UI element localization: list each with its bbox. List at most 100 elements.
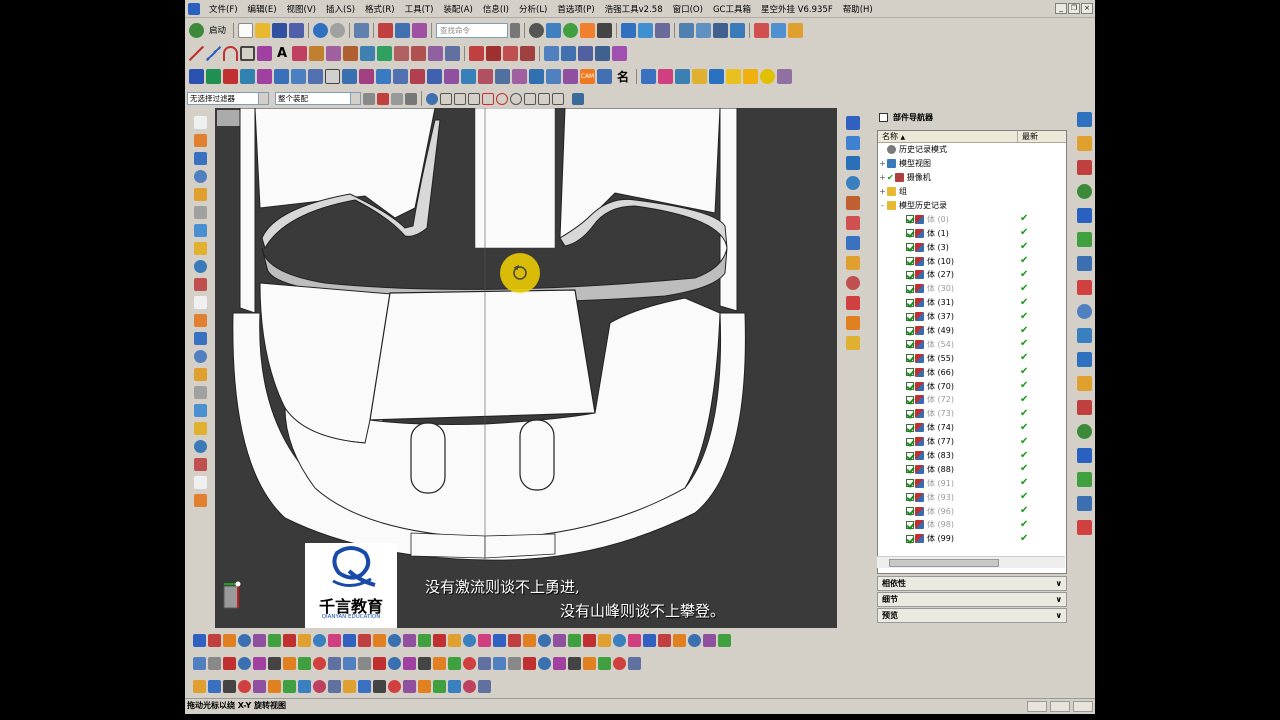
surface-icon[interactable]: [358, 679, 371, 693]
coincident-icon[interactable]: [463, 633, 476, 647]
point-on-icon[interactable]: [208, 633, 221, 647]
groove-icon[interactable]: [308, 68, 323, 84]
body-feature-row[interactable]: 体 (77) ✔: [878, 435, 1066, 449]
body-icon[interactable]: [193, 314, 207, 327]
text-icon[interactable]: A: [274, 46, 290, 61]
menu-item-14[interactable]: 帮助(H): [838, 3, 878, 15]
visibility-checkbox[interactable]: [906, 340, 914, 349]
assembly-navigator-icon[interactable]: [1076, 136, 1092, 151]
mirror-body-icon[interactable]: [529, 68, 544, 84]
iso-icon[interactable]: [846, 256, 860, 270]
datum-csys-icon[interactable]: [595, 45, 611, 61]
snap-icon[interactable]: [529, 22, 545, 38]
menu-item-6[interactable]: 装配(A): [438, 3, 477, 15]
reuse-library-icon[interactable]: [1076, 184, 1092, 199]
draft-icon[interactable]: [444, 68, 459, 84]
measure-icon[interactable]: [771, 22, 787, 38]
visibility-checkbox[interactable]: [906, 243, 914, 252]
help-icon[interactable]: [1076, 520, 1092, 535]
navigator-tree[interactable]: 名称 ▲ 最新 历史记录模式 + 模型视图 + ✔ 摄像机 + 组 - 模型历史记录体 (0) ✔ 体…: [877, 130, 1067, 574]
snap-settings-icon[interactable]: [572, 92, 584, 105]
patch-icon[interactable]: [193, 458, 207, 471]
extend-icon[interactable]: [313, 656, 326, 670]
menu-item-11[interactable]: 窗口(O): [668, 3, 708, 15]
visibility-checkbox[interactable]: [906, 215, 914, 224]
visibility-checkbox[interactable]: [906, 534, 914, 543]
menu-item-0[interactable]: 文件(F): [204, 3, 243, 15]
snap-intersect-icon[interactable]: [538, 92, 550, 105]
snap-control-icon[interactable]: [482, 92, 494, 105]
trim-icon[interactable]: [298, 656, 311, 670]
rectangle-icon[interactable]: [240, 45, 255, 61]
front-icon[interactable]: [846, 196, 860, 210]
menu-item-5[interactable]: 工具(T): [400, 3, 439, 15]
blend-icon[interactable]: [193, 278, 207, 291]
arrow-right-icon[interactable]: [688, 633, 701, 647]
visibility-checkbox[interactable]: [906, 257, 914, 266]
sketch-plane-icon[interactable]: [553, 633, 566, 647]
constraint-icon[interactable]: [568, 633, 581, 647]
tree-item[interactable]: 历史记录模式: [878, 143, 1066, 157]
command-search-input[interactable]: 查找命令: [436, 22, 509, 38]
extract-curve-icon[interactable]: [377, 45, 393, 61]
tree-item[interactable]: - 模型历史记录: [878, 199, 1066, 213]
pattern-icon[interactable]: [325, 68, 340, 84]
search-icon[interactable]: [510, 22, 521, 38]
move-face-icon[interactable]: [546, 68, 561, 84]
shaded-icon[interactable]: [846, 296, 860, 310]
hole-icon[interactable]: [240, 68, 255, 84]
copy-icon[interactable]: [378, 22, 394, 38]
visibility-checkbox[interactable]: [906, 284, 914, 293]
surface-icon[interactable]: [208, 679, 221, 693]
curve-length-icon[interactable]: [428, 45, 444, 61]
arc-icon[interactable]: [418, 656, 431, 670]
mid-surf-icon[interactable]: [418, 679, 431, 693]
system-material-icon[interactable]: [1076, 256, 1092, 271]
note-icon[interactable]: [726, 68, 742, 84]
menu-item-1[interactable]: 编辑(E): [243, 3, 282, 15]
circle-icon[interactable]: [253, 656, 266, 670]
fix-icon[interactable]: [598, 633, 611, 647]
arc-icon[interactable]: [223, 45, 238, 61]
moon-icon[interactable]: [760, 68, 776, 84]
arrow-left-icon[interactable]: [223, 633, 236, 647]
right-icon[interactable]: [846, 236, 860, 250]
point-icon[interactable]: [612, 45, 628, 61]
part-navigator-icon[interactable]: [1076, 112, 1092, 127]
profile-icon[interactable]: [343, 656, 356, 670]
status-indicator-3[interactable]: [1073, 701, 1093, 712]
extrude-icon[interactable]: [189, 68, 204, 84]
spline-icon[interactable]: [373, 656, 386, 670]
rect-icon[interactable]: [583, 656, 596, 670]
background-icon[interactable]: [846, 336, 860, 350]
panel-dependencies[interactable]: 相依性 ∨: [877, 576, 1067, 591]
edge-blend-icon[interactable]: [410, 68, 425, 84]
rect-icon[interactable]: [433, 656, 446, 670]
visibility-checkbox[interactable]: [906, 465, 914, 474]
line-icon[interactable]: [538, 656, 551, 670]
body-feature-row[interactable]: 体 (66) ✔: [878, 365, 1066, 379]
column-latest-header[interactable]: 最新: [1018, 131, 1038, 142]
constraint-icon[interactable]: [718, 633, 731, 647]
body-feature-row[interactable]: 体 (72) ✔: [878, 393, 1066, 407]
datum-axis-icon[interactable]: [578, 45, 594, 61]
visibility-checkbox[interactable]: [906, 437, 914, 446]
pin-icon[interactable]: [298, 679, 311, 693]
point-on-icon[interactable]: [508, 633, 521, 647]
coincident-icon[interactable]: [613, 633, 626, 647]
menu-item-12[interactable]: GC工具箱: [708, 3, 756, 15]
visualization-icon[interactable]: [1076, 424, 1092, 439]
body-feature-row[interactable]: 体 (88) ✔: [878, 462, 1066, 476]
arrow-right-icon[interactable]: [238, 633, 251, 647]
finish-sketch-icon[interactable]: [208, 656, 221, 670]
pocket-icon[interactable]: [274, 68, 289, 84]
menu-item-4[interactable]: 格式(R): [360, 3, 400, 15]
trim-icon[interactable]: [448, 656, 461, 670]
quick-trim-icon[interactable]: [628, 656, 641, 670]
body-feature-row[interactable]: 体 (83) ✔: [878, 449, 1066, 463]
new-file-icon[interactable]: [238, 22, 254, 38]
palette-icon[interactable]: [1076, 376, 1092, 391]
pin-icon[interactable]: [448, 679, 461, 693]
menu-item-10[interactable]: 浩强工具v2.58: [600, 3, 668, 15]
sketch-task-icon[interactable]: [343, 633, 356, 647]
